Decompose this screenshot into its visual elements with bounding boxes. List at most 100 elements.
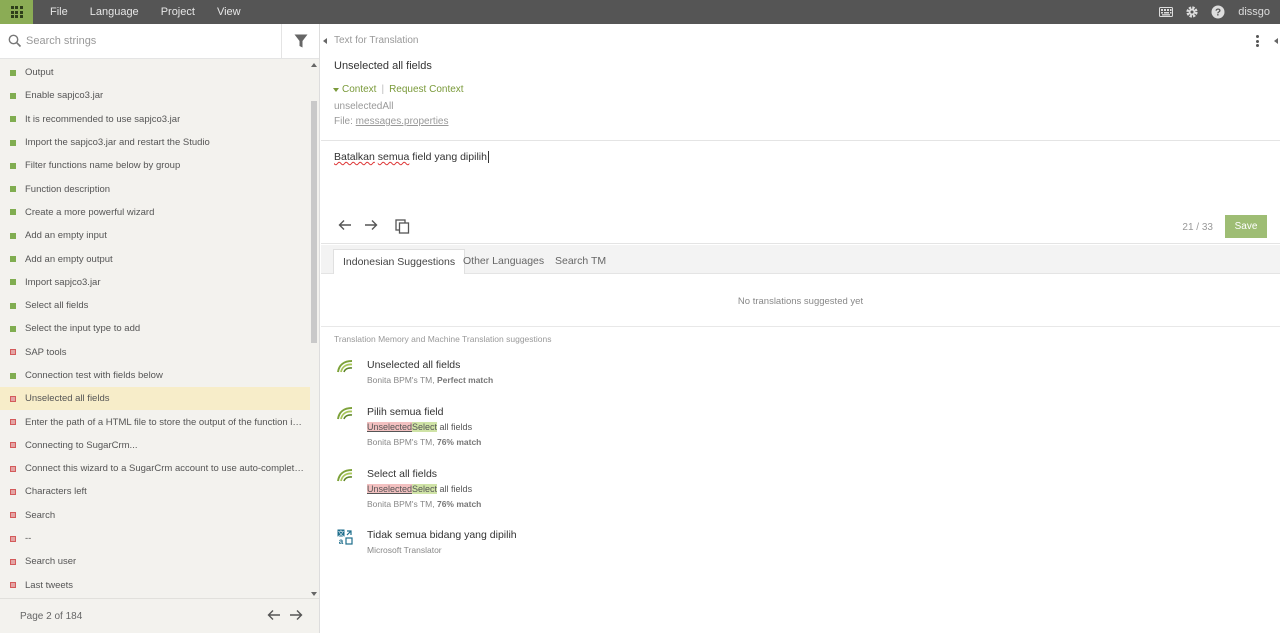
list-item[interactable]: Import the sapjco3.jar and restart the S…: [0, 131, 310, 154]
list-item[interactable]: Connection test with fields below: [0, 364, 310, 387]
list-item-label: Enable sapjco3.jar: [25, 90, 104, 102]
scroll-down-arrow-icon[interactable]: [311, 592, 317, 596]
translated-status-icon: [10, 372, 16, 379]
suggestion-meta: Bonita BPM's TM, 76% match: [367, 499, 482, 509]
list-item-label: --: [25, 533, 32, 545]
list-item[interactable]: Connecting to SugarCrm...: [0, 434, 310, 457]
string-list-panel: Output Enable sapjco3.jar It is recommende…: [0, 24, 320, 633]
list-item[interactable]: Search: [0, 504, 310, 527]
list-item[interactable]: Add an empty output: [0, 247, 310, 270]
tm-icon: [337, 360, 353, 373]
list-item[interactable]: Unselected all fields: [0, 387, 310, 411]
help-icon[interactable]: ?: [1210, 4, 1226, 20]
filter-button[interactable]: [281, 24, 319, 59]
suggestion-title: Pilih semua field: [367, 406, 444, 418]
list-item[interactable]: Select the input type to add: [0, 317, 310, 340]
tab-other-languages[interactable]: Other Languages: [454, 249, 553, 274]
app-menu-button[interactable]: [0, 0, 33, 24]
untranslated-status-icon: [10, 419, 16, 426]
list-item[interactable]: Output: [0, 61, 310, 84]
pager: Page 2 of 184: [0, 598, 319, 633]
search-bar: [0, 24, 319, 59]
prev-page-button[interactable]: [267, 609, 283, 623]
list-item[interactable]: Select all fields: [0, 294, 310, 317]
arrow-left-icon: [338, 220, 351, 230]
collapse-left-panel-icon[interactable]: [323, 38, 327, 44]
translated-status-icon: [10, 116, 16, 123]
diff-inserted: Select: [412, 484, 438, 494]
tab-search-tm[interactable]: Search TM: [546, 249, 615, 274]
list-item[interactable]: --: [0, 527, 310, 550]
list-item-label: Import the sapjco3.jar and restart the S…: [25, 137, 210, 149]
username[interactable]: dissgo: [1238, 6, 1270, 18]
list-scrollbar[interactable]: [310, 61, 318, 598]
top-bar: File Language Project View ? dissgo: [0, 0, 1280, 24]
list-item-label: Create a more powerful wizard: [25, 206, 155, 218]
list-item[interactable]: Enter the path of a HTML file to store t…: [0, 410, 310, 433]
keyboard-icon[interactable]: [1158, 4, 1174, 20]
scroll-up-arrow-icon[interactable]: [311, 63, 317, 67]
list-item[interactable]: SAP tools: [0, 341, 310, 364]
untranslated-status-icon: [10, 349, 16, 356]
svg-text:?: ?: [1215, 8, 1221, 19]
context-row: Context | Request Context: [333, 84, 464, 95]
list-item[interactable]: Filter functions name below by group: [0, 154, 310, 177]
list-item-label: Connection test with fields below: [25, 370, 163, 381]
suggestion-meta: Bonita BPM's TM, Perfect match: [367, 375, 494, 385]
suggestion-title: Unselected all fields: [367, 359, 461, 371]
list-item[interactable]: Characters left: [0, 480, 310, 503]
context-key: unselectedAll: [334, 101, 394, 112]
list-item-label: Filter functions name below by group: [25, 160, 181, 172]
save-button[interactable]: Save: [1225, 215, 1267, 238]
list-item[interactable]: Last tweets: [0, 574, 310, 597]
menu-file[interactable]: File: [39, 0, 79, 24]
file-link[interactable]: messages.properties: [356, 116, 449, 127]
list-item[interactable]: Add an empty input: [0, 224, 310, 247]
untranslated-status-icon: [10, 558, 16, 565]
list-item[interactable]: Search user: [0, 550, 310, 573]
list-item-label: Unselected all fields: [25, 393, 110, 405]
context-toggle[interactable]: Context: [342, 84, 376, 95]
next-string-button[interactable]: [364, 219, 380, 235]
svg-text:a: a: [339, 537, 344, 545]
context-file: File: messages.properties: [334, 116, 449, 127]
no-suggestions-message: No translations suggested yet: [737, 296, 864, 307]
list-item[interactable]: Function description: [0, 177, 310, 200]
list-item-label: Connecting to SugarCrm...: [25, 439, 138, 451]
tab-indonesian-suggestions[interactable]: Indonesian Suggestions: [333, 249, 466, 274]
request-context-link[interactable]: Request Context: [389, 84, 464, 95]
previous-string-button[interactable]: [338, 219, 354, 235]
untranslated-status-icon: [10, 395, 16, 402]
menu-view[interactable]: View: [206, 0, 252, 24]
search-input[interactable]: [26, 35, 266, 47]
translation-text[interactable]: Batalkan semua field yang dipilih: [334, 151, 489, 164]
translated-status-icon: [10, 256, 16, 263]
arrow-right-icon: [365, 220, 378, 230]
gear-icon[interactable]: [1184, 4, 1200, 20]
menu-project[interactable]: Project: [150, 0, 206, 24]
diff-deleted: Unselected: [367, 484, 413, 494]
suggestion-diff: UnselectedSelect all fields: [367, 484, 472, 494]
list-item[interactable]: It is recommended to use sapjco3.jar: [0, 108, 310, 131]
translated-status-icon: [10, 232, 16, 239]
translated-status-icon: [10, 209, 16, 216]
suggestion-diff: UnselectedSelect all fields: [367, 422, 472, 432]
next-page-button[interactable]: [289, 609, 305, 623]
tm-icon: [337, 469, 353, 482]
more-options-icon[interactable]: [1256, 35, 1260, 47]
list-item[interactable]: Import sapjco3.jar: [0, 271, 310, 294]
untranslated-status-icon: [10, 465, 16, 472]
translation-editor[interactable]: Batalkan semua field yang dipilih: [321, 140, 1280, 211]
menu-language[interactable]: Language: [79, 0, 150, 24]
translated-status-icon: [10, 325, 16, 332]
list-item[interactable]: Create a more powerful wizard: [0, 201, 310, 224]
scroll-thumb[interactable]: [311, 101, 317, 343]
translated-status-icon: [10, 186, 16, 193]
list-item[interactable]: Enable sapjco3.jar: [0, 84, 310, 107]
list-item[interactable]: Connect this wizard to a SugarCrm accoun…: [0, 457, 310, 480]
copy-source-button[interactable]: [395, 219, 411, 235]
suggestion-title: Select all fields: [367, 468, 438, 480]
list-item-label: Add an empty output: [25, 253, 113, 265]
collapse-right-panel-icon[interactable]: [1274, 38, 1278, 44]
file-prefix: File:: [334, 116, 356, 127]
